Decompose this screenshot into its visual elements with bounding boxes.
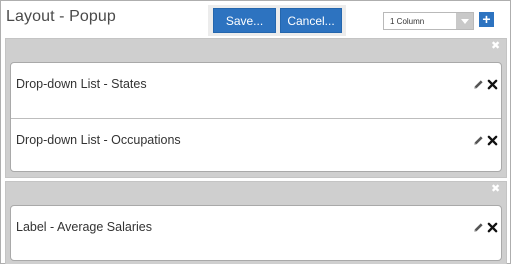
item-actions — [473, 222, 498, 233]
close-icon[interactable] — [487, 222, 498, 233]
list-item: Drop-down List - Occupations — [11, 118, 501, 173]
layout-section: ✖ Label - Average Salaries — [5, 181, 507, 264]
layout-popup-window: Layout - Popup Save... Cancel... 1 Colum… — [0, 0, 511, 264]
list-item: Drop-down List - States — [11, 63, 501, 118]
close-icon[interactable] — [487, 79, 498, 90]
plus-icon: + — [482, 11, 491, 27]
item-label: Label - Average Salaries — [16, 220, 152, 234]
column-count-select[interactable]: 1 Column — [383, 12, 474, 30]
item-actions — [473, 135, 498, 146]
chevron-down-icon — [461, 19, 469, 24]
item-actions — [473, 79, 498, 90]
list-item: Label - Average Salaries — [11, 206, 501, 261]
pencil-icon[interactable] — [473, 222, 484, 233]
column-count-value: 1 Column — [390, 17, 425, 26]
close-icon[interactable]: ✖ — [491, 41, 500, 52]
item-label: Drop-down List - States — [16, 77, 147, 91]
close-icon[interactable] — [487, 135, 498, 146]
pencil-icon[interactable] — [473, 135, 484, 146]
section-panel: Drop-down List - States Drop-down List -… — [10, 62, 502, 172]
page-title: Layout - Popup — [6, 8, 116, 25]
pencil-icon[interactable] — [473, 79, 484, 90]
cancel-button[interactable]: Cancel... — [280, 8, 342, 33]
item-label: Drop-down List - Occupations — [16, 133, 181, 147]
save-button[interactable]: Save... — [213, 8, 276, 33]
dropdown-toggle[interactable] — [456, 13, 473, 29]
section-panel: Label - Average Salaries — [10, 205, 502, 261]
add-section-button[interactable]: + — [479, 12, 494, 27]
layout-section: ✖ Drop-down List - States Drop-down List… — [5, 38, 507, 178]
close-icon[interactable]: ✖ — [491, 184, 500, 195]
